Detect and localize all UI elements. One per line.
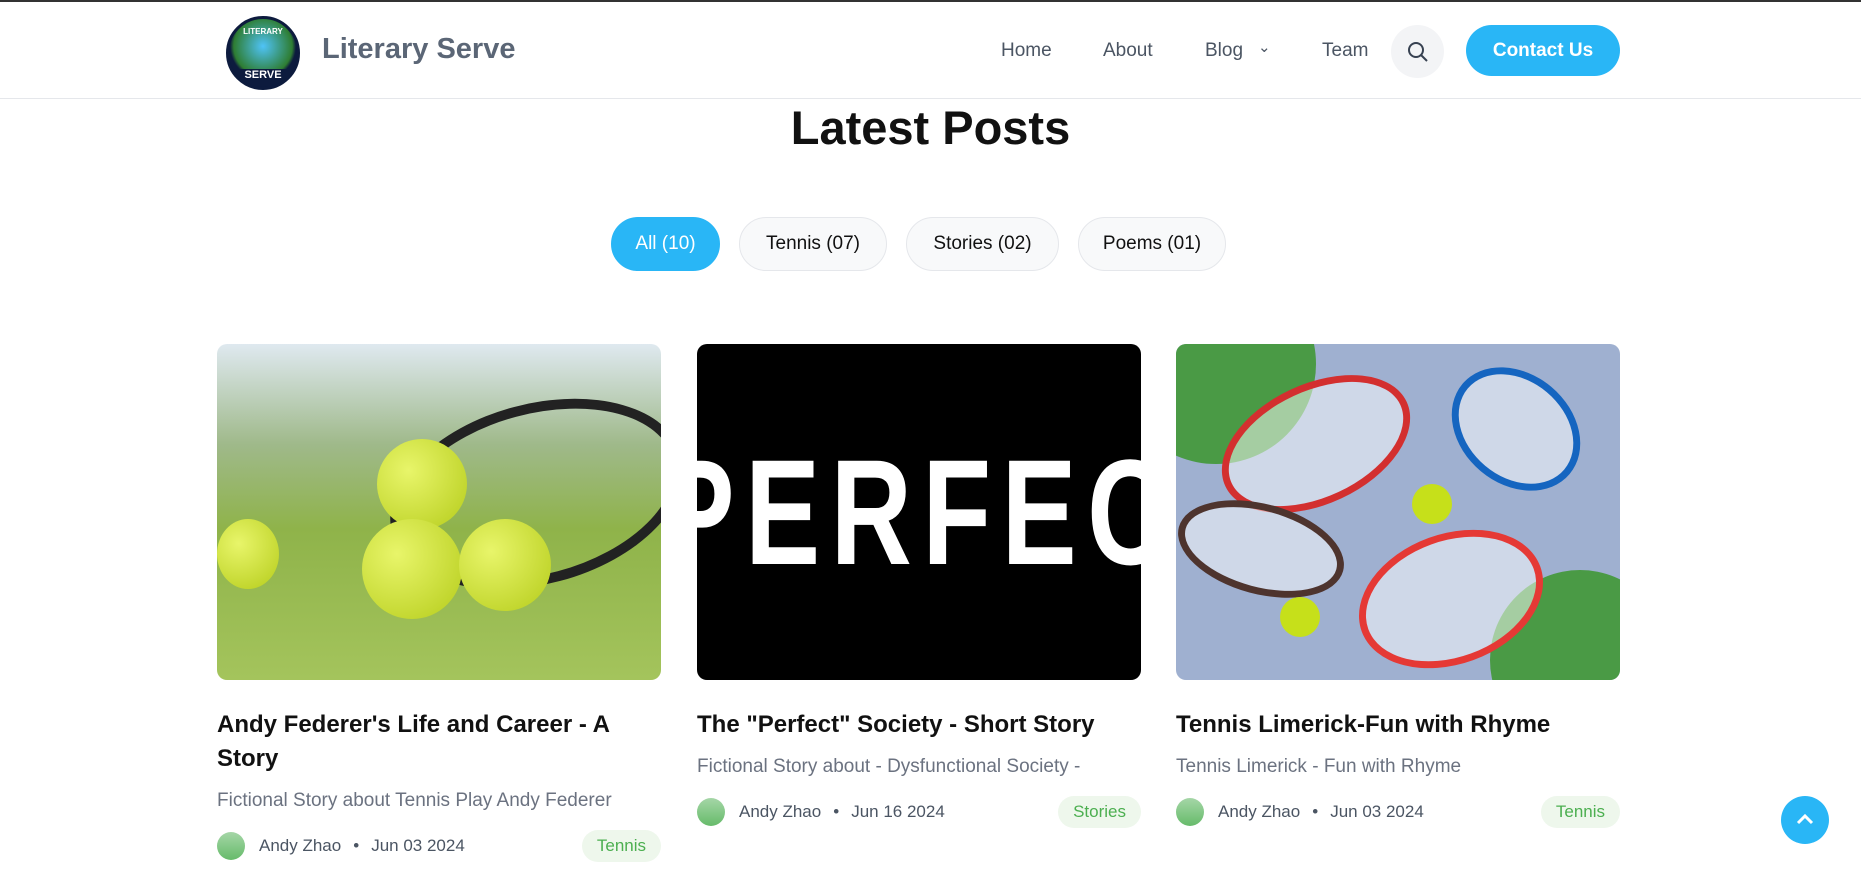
nav-about[interactable]: About: [1103, 40, 1153, 62]
post-meta: Andy Zhao • Jun 16 2024 Stories: [697, 796, 1141, 828]
post-meta: Andy Zhao • Jun 03 2024 Tennis: [1176, 796, 1620, 828]
post-description: Fictional Story about - Dysfunctional So…: [697, 756, 1081, 777]
post-image[interactable]: [217, 344, 661, 680]
separator: •: [1312, 802, 1319, 821]
post-date: Jun 03 2024: [371, 836, 465, 855]
post-tag[interactable]: Stories: [1058, 796, 1141, 828]
chevron-up-icon: [1796, 813, 1814, 825]
post-author[interactable]: Andy Zhao: [739, 802, 821, 822]
post-tag[interactable]: Tennis: [581, 830, 661, 862]
logo-text: SERVE: [229, 69, 297, 81]
avatar: [697, 798, 725, 826]
separator: •: [353, 836, 360, 855]
nav-blog[interactable]: Blog: [1205, 40, 1243, 62]
post-description: Fictional Story about Tennis Play Andy F…: [217, 790, 612, 811]
post-card[interactable]: Andy Federer's Life and Career - A Story…: [217, 344, 661, 862]
post-author[interactable]: Andy Zhao: [259, 836, 341, 856]
post-tag[interactable]: Tennis: [1540, 796, 1620, 828]
search-icon: [1407, 41, 1428, 62]
contact-us-button[interactable]: Contact Us: [1466, 25, 1620, 76]
post-date: Jun 03 2024: [1330, 802, 1424, 821]
separator: •: [833, 802, 840, 821]
post-title[interactable]: The "Perfect" Society - Short Story: [697, 708, 1141, 742]
nav-team[interactable]: Team: [1322, 40, 1368, 62]
nav-home[interactable]: Home: [1001, 40, 1052, 62]
post-title[interactable]: Andy Federer's Life and Career - A Story: [217, 708, 661, 776]
page-title: Latest Posts: [790, 101, 1071, 154]
image-text: PERFEC: [697, 427, 1141, 596]
post-title[interactable]: Tennis Limerick-Fun with Rhyme: [1176, 708, 1620, 742]
site-logo[interactable]: LITERARY SERVE: [226, 16, 300, 90]
filter-stories[interactable]: Stories (02): [906, 217, 1059, 271]
avatar: [217, 832, 245, 860]
post-meta: Andy Zhao • Jun 03 2024 Tennis: [217, 830, 661, 862]
filter-tennis[interactable]: Tennis (07): [739, 217, 887, 271]
post-image[interactable]: [1176, 344, 1620, 680]
post-author[interactable]: Andy Zhao: [1218, 802, 1300, 822]
site-header: LITERARY SERVE Literary Serve Home About…: [0, 2, 1861, 99]
scroll-to-top-button[interactable]: [1781, 796, 1829, 844]
post-card[interactable]: Tennis Limerick-Fun with Rhyme Tennis Li…: [1176, 344, 1620, 828]
filter-all[interactable]: All (10): [611, 217, 720, 271]
post-image[interactable]: PERFEC: [697, 344, 1141, 680]
post-card[interactable]: PERFEC The "Perfect" Society - Short Sto…: [697, 344, 1141, 828]
avatar: [1176, 798, 1204, 826]
filter-poems[interactable]: Poems (01): [1078, 217, 1226, 271]
post-description: Tennis Limerick - Fun with Rhyme: [1176, 756, 1462, 777]
brand-name[interactable]: Literary Serve: [322, 33, 515, 66]
post-date: Jun 16 2024: [851, 802, 945, 821]
chevron-down-icon[interactable]: ⌄: [1258, 38, 1271, 56]
logo-text: LITERARY: [243, 27, 283, 36]
search-button[interactable]: [1391, 25, 1444, 78]
